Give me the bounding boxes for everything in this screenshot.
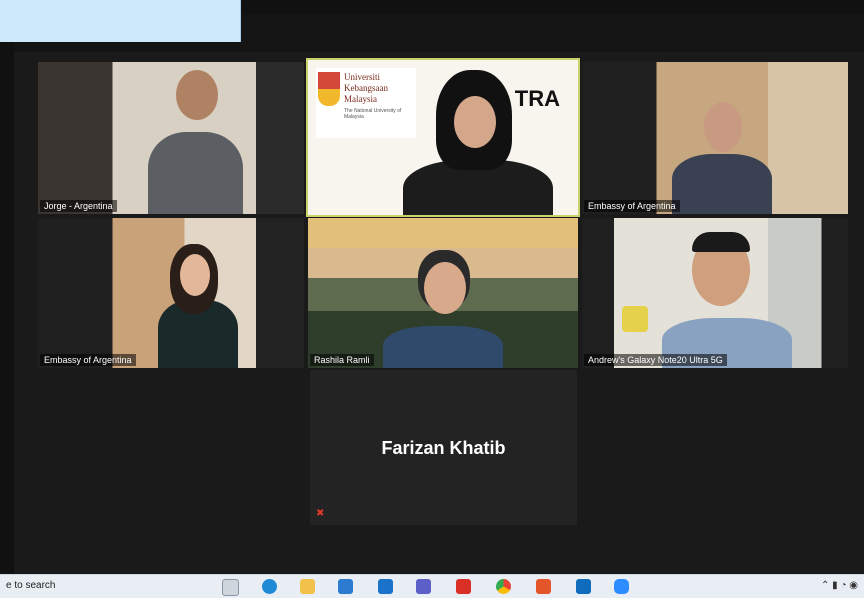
file-explorer-icon[interactable] [300, 579, 315, 594]
participant-tile[interactable]: Andrew's Galaxy Note20 Ultra 5G [582, 218, 848, 368]
participant-tile[interactable]: Embassy of Argentina [582, 62, 848, 214]
logo-line-2: Kebangsaan [344, 83, 388, 93]
teams-icon[interactable] [416, 579, 431, 594]
ukm-logo: Universiti Kebangsaan Malaysia The Natio… [316, 68, 416, 138]
participant-tile[interactable]: Jorge - Argentina [38, 62, 304, 214]
participant-tile[interactable]: Embassy of Argentina [38, 218, 304, 368]
logo-line-3: Malaysia [344, 94, 377, 104]
office-icon[interactable] [536, 579, 551, 594]
task-view-icon[interactable] [222, 579, 239, 596]
participant-name: Embassy of Argentina [584, 200, 680, 212]
participant-name: Jorge - Argentina [40, 200, 117, 212]
mail-icon[interactable] [378, 579, 393, 594]
system-tray[interactable]: ⌃ ▮ ◔ ◉ [821, 580, 858, 591]
participant-name: Andrew's Galaxy Note20 Ultra 5G [584, 354, 727, 366]
logo-line-1: Universiti [344, 72, 380, 82]
participant-display-name: Farizan Khatib [381, 438, 506, 458]
participant-tile[interactable]: Rashila Ramli [308, 218, 578, 368]
ukm-crest-icon [318, 72, 340, 106]
edge-icon[interactable] [262, 579, 277, 594]
acrobat-icon[interactable] [456, 579, 471, 594]
outlook-icon[interactable] [576, 579, 591, 594]
participant-tile-active-speaker[interactable]: Universiti Kebangsaan Malaysia The Natio… [306, 58, 580, 217]
gallery-view: Jorge - Argentina Universiti Kebangsaan … [14, 52, 864, 574]
store-icon[interactable] [338, 579, 353, 594]
zoom-meeting-window: Jorge - Argentina Universiti Kebangsaan … [0, 0, 864, 598]
logo-tagline: The National University of Malaysia [344, 108, 402, 120]
partner-logo-text: TRA [514, 86, 560, 111]
windows-taskbar: e to search ⌃ ▮ ◔ ◉ [0, 574, 864, 598]
participant-name: Embassy of Argentina [40, 354, 136, 366]
taskbar-search-box[interactable]: e to search [6, 580, 55, 591]
participant-tile-video-off[interactable]: Farizan Khatib ✖ [310, 370, 577, 525]
overlay-patch [0, 0, 241, 42]
chrome-icon[interactable] [496, 579, 511, 594]
muted-microphone-icon: ✖ [316, 508, 325, 519]
participant-name: Rashila Ramli [310, 354, 374, 366]
zoom-icon[interactable] [614, 579, 629, 594]
